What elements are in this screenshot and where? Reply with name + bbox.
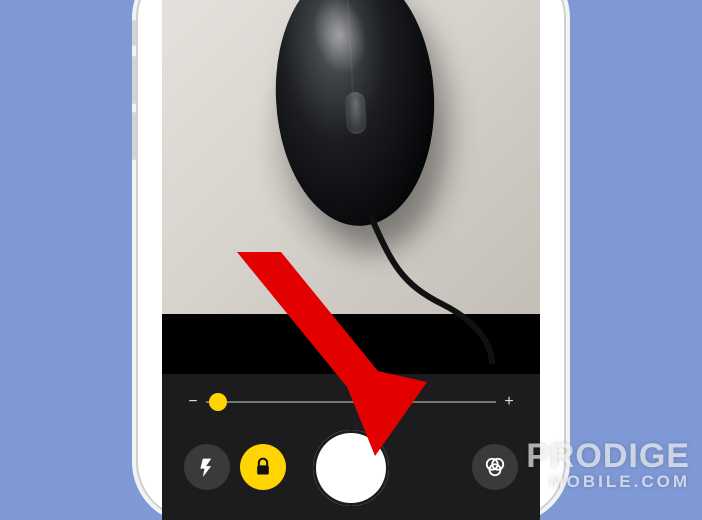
brightness-knob[interactable] (209, 393, 227, 411)
mouse-cable (362, 214, 540, 364)
right-button-cluster (472, 444, 518, 490)
screen: − + (162, 0, 540, 520)
filters-icon (484, 456, 506, 478)
plus-label: + (502, 393, 516, 411)
specular-highlight (305, 0, 374, 79)
shutter-button[interactable] (313, 430, 389, 506)
volume-down-button (132, 112, 136, 160)
watermark-domain: MOBILE.COM (526, 473, 690, 490)
side-button (132, 20, 136, 46)
brightness-slider[interactable]: − + (186, 390, 516, 414)
scrollwheel (345, 91, 367, 134)
phone-frame: − + (136, 0, 566, 520)
flash-icon (197, 457, 217, 477)
watermark: PRODIGE MOBILE.COM (526, 439, 690, 490)
watermark-brand: PRODIGE (526, 439, 690, 473)
volume-up-button (132, 56, 136, 104)
brightness-track[interactable] (206, 401, 496, 403)
minus-label: − (186, 393, 200, 411)
magnifier-controls: − + (162, 374, 540, 520)
left-button-cluster (184, 444, 286, 490)
filters-button[interactable] (472, 444, 518, 490)
flash-button[interactable] (184, 444, 230, 490)
lock-icon (253, 457, 273, 477)
focus-lock-button[interactable] (240, 444, 286, 490)
camera-viewfinder[interactable] (162, 0, 540, 314)
